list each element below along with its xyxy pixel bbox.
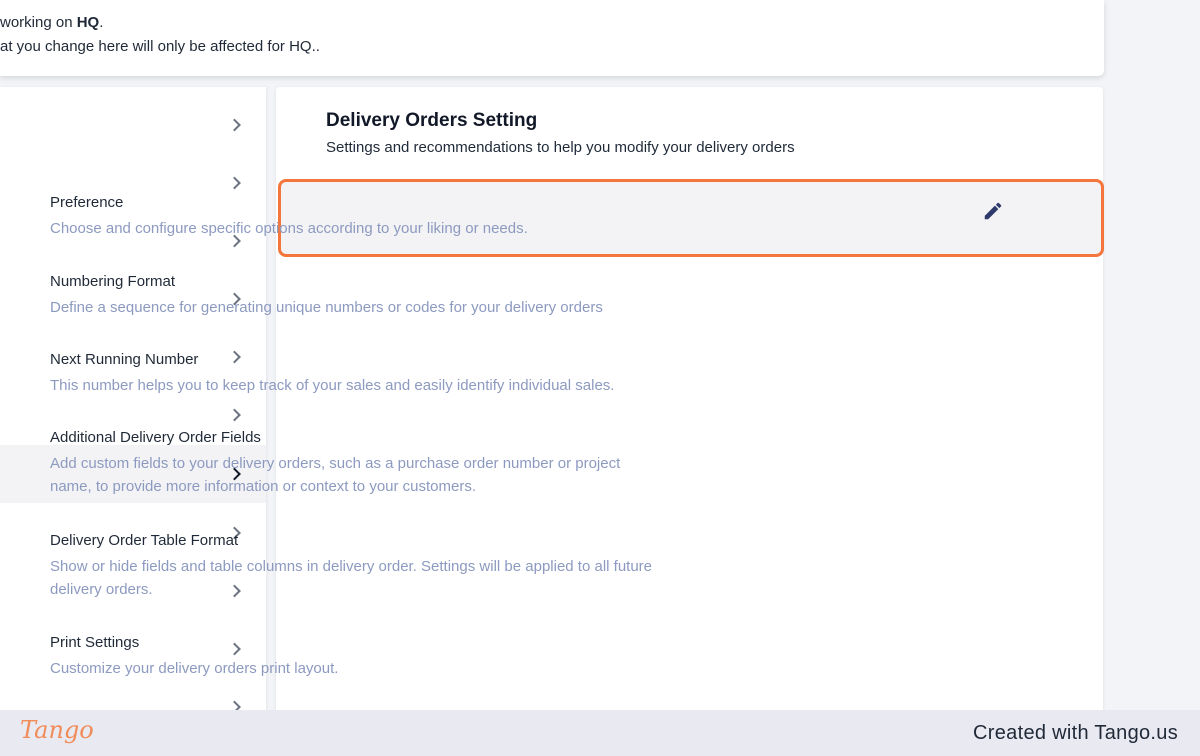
tango-footer: Tango Created with Tango.us [0,710,1200,756]
chevron-right-icon [228,408,241,422]
settings-sidebar [0,87,266,727]
chevron-right-icon [228,118,241,132]
pencil-icon[interactable] [982,200,1004,222]
notice-line-1: working on HQ. [0,14,104,31]
setting-title: Preference [50,194,124,211]
setting-title: Next Running Number [50,351,199,368]
setting-title: Additional Delivery Order Fields [50,429,261,446]
setting-title: Print Settings [50,634,140,651]
setting-description: This number helps you to keep track of y… [50,377,615,394]
tango-logo: Tango [20,716,94,744]
setting-preference[interactable]: Preference Choose and configure specific… [50,193,660,240]
setting-additional-fields[interactable]: Additional Delivery Order Fields Add cus… [50,428,660,498]
sidebar-item-1[interactable] [0,96,266,154]
setting-table-format[interactable]: Delivery Order Table Format Show or hide… [50,531,660,601]
setting-title: Delivery Order Table Format [50,532,239,549]
tango-credit: Created with Tango.us [973,722,1178,744]
notice-line-2: at you change here will only be affected… [0,38,320,55]
workspace-name: HQ [76,14,100,31]
setting-title: Numbering Format [50,273,176,290]
setting-description: Customize your delivery orders print lay… [50,660,339,677]
workspace-notice: working on HQ. at you change here will o… [0,0,1104,76]
chevron-right-icon [228,176,241,190]
setting-next-running-number[interactable]: Next Running Number This number helps yo… [50,350,660,397]
page-subtitle: Settings and recommendations to help you… [326,139,795,156]
setting-description: Define a sequence for generating unique … [50,299,603,316]
page-title: Delivery Orders Setting [326,110,538,131]
setting-description: Choose and configure specific options ac… [50,220,528,237]
setting-description: Add custom fields to your delivery order… [50,455,621,495]
setting-description: Show or hide fields and table columns in… [50,558,653,598]
setting-numbering-format[interactable]: Numbering Format Define a sequence for g… [50,272,660,319]
setting-print-settings[interactable]: Print Settings Customize your delivery o… [50,633,660,680]
